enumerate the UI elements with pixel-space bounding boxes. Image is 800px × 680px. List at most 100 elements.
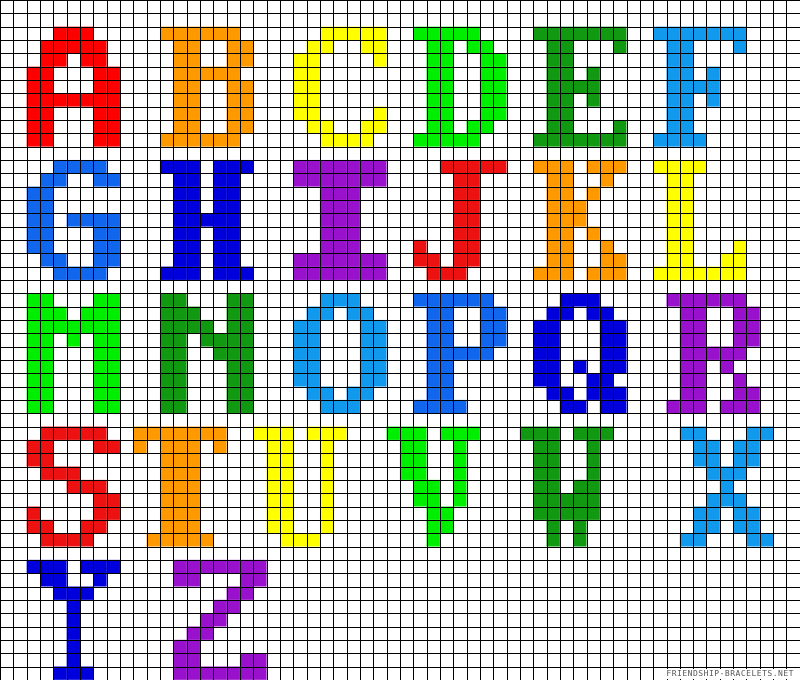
letter-cell: [319, 173, 334, 187]
letter-cell: [559, 39, 574, 54]
letter-cell: [293, 173, 307, 187]
letter-cell: [26, 506, 40, 520]
letter-cell: [186, 106, 200, 120]
letter-cell: [359, 159, 374, 174]
letter-cell: [466, 226, 480, 240]
letter-cell: [679, 239, 694, 254]
letter-cell: [319, 306, 334, 320]
letter-cell: [319, 133, 334, 147]
letter-cell: [373, 53, 387, 67]
letter-cell: [533, 493, 547, 507]
letter-cell: [733, 439, 747, 454]
letter-cell: [546, 479, 560, 494]
letter-cell: [679, 119, 694, 134]
letter-cell: [706, 79, 720, 94]
letter-cell: [413, 479, 427, 494]
letter-cell: [586, 226, 600, 240]
letter-cell: [666, 226, 680, 240]
letter-cell: [679, 333, 694, 347]
letter-cell: [573, 359, 587, 374]
letter-cell: [199, 26, 214, 40]
letter-cell: [319, 453, 334, 467]
letter-cell: [93, 93, 107, 107]
letter-cell: [373, 159, 387, 174]
letter-cell: [319, 386, 334, 400]
letter-cell: [239, 359, 254, 374]
letter-cell: [359, 333, 374, 347]
letter-cell: [186, 173, 200, 187]
letter-cell: [466, 159, 480, 174]
letter-cell: [253, 426, 267, 440]
letter-cell: [666, 93, 680, 107]
letter-cell: [373, 39, 387, 54]
letter-cell: [559, 53, 574, 67]
letter-cell: [186, 626, 200, 640]
letter-cell: [26, 293, 40, 307]
letter-cell: [239, 346, 254, 360]
letter-cell: [213, 159, 227, 174]
letter-cell: [373, 266, 387, 280]
letter-cell: [26, 559, 40, 574]
letter-cell: [479, 93, 494, 107]
letter-cell: [226, 359, 240, 374]
letter-cell: [359, 39, 374, 54]
letter-cell: [186, 133, 200, 147]
letter-cell: [679, 159, 694, 174]
letter-cell: [293, 53, 307, 67]
letter-cell: [199, 319, 214, 334]
letter-cell: [733, 386, 747, 400]
letter-cell: [173, 226, 187, 240]
letter-cell: [186, 319, 200, 334]
letter-cell: [319, 159, 334, 174]
letter-cell: [79, 426, 94, 440]
letter-cell: [359, 133, 374, 147]
letter-cell: [533, 506, 547, 520]
letter-cell: [333, 293, 347, 307]
letter-cell: [493, 159, 507, 174]
letter-cell: [293, 333, 307, 347]
letter-cell: [453, 493, 467, 507]
letter-cell: [66, 266, 80, 280]
letter-cell: [226, 666, 240, 680]
letter-cell: [186, 79, 200, 94]
letter-cell: [53, 39, 67, 54]
letter-cell: [39, 386, 54, 400]
letter-cell: [239, 306, 254, 320]
letter-cell: [453, 426, 467, 440]
letter-cell: [213, 199, 227, 214]
letter-cell: [466, 253, 480, 267]
letter-cell: [239, 106, 254, 120]
letter-cell: [546, 213, 560, 227]
letter-cell: [319, 26, 334, 40]
letter-cell: [466, 173, 480, 187]
letter-cell: [533, 266, 547, 280]
letter-cell: [533, 26, 547, 40]
letter-cell: [666, 26, 680, 40]
letter-cell: [533, 133, 547, 147]
letter-cell: [239, 386, 254, 400]
letter-cell: [706, 466, 720, 480]
letter-cell: [306, 39, 320, 54]
letter-cell: [586, 79, 600, 94]
letter-cell: [213, 346, 227, 360]
letter-cell: [346, 159, 360, 174]
letter-cell: [199, 613, 214, 627]
letter-cell: [186, 159, 200, 174]
letter-cell: [706, 519, 720, 534]
letter-cell: [53, 53, 67, 67]
letter-cell: [573, 26, 587, 40]
letter-cell: [26, 519, 40, 534]
letter-cell: [479, 106, 494, 120]
letter-cell: [493, 319, 507, 334]
letter-cell: [453, 253, 467, 267]
letter-cell: [66, 653, 80, 667]
letter-cell: [426, 306, 440, 320]
letter-cell: [546, 386, 560, 400]
letter-cell: [373, 253, 387, 267]
letter-cell: [559, 186, 574, 200]
letter-cell: [333, 173, 347, 187]
letter-cell: [106, 319, 120, 334]
letter-cell: [93, 53, 107, 67]
letter-cell: [413, 133, 427, 147]
letter-cell: [226, 333, 240, 347]
